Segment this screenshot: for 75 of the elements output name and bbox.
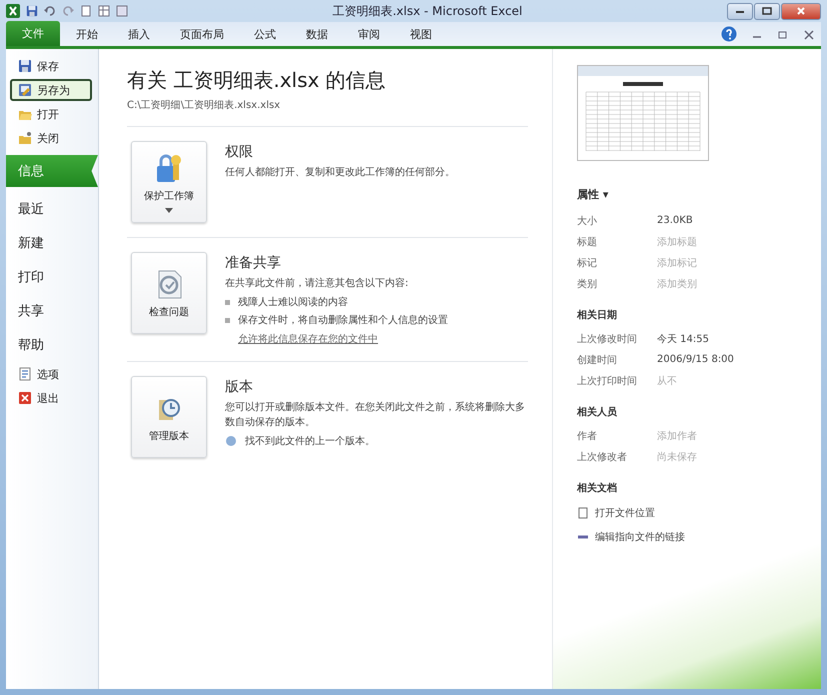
minimize-button[interactable] — [727, 2, 753, 20]
ribbon-tab[interactable]: 文件 — [6, 21, 60, 46]
ribbon-tab[interactable]: 视图 — [396, 23, 446, 46]
group-title: 相关人员 — [577, 406, 618, 419]
help-icon[interactable] — [721, 26, 737, 42]
document-icon — [18, 367, 32, 381]
exit-icon — [18, 391, 32, 405]
bullet-text: 残障人士难以阅读的内容 — [238, 296, 348, 309]
menu-item[interactable]: 保存 — [10, 55, 92, 77]
close-icon — [796, 7, 806, 15]
section-button[interactable]: 管理版本 — [131, 376, 207, 458]
minimize-icon — [735, 8, 745, 14]
close-button[interactable] — [781, 2, 821, 20]
section-button[interactable]: 检查问题 — [131, 252, 207, 334]
section-description: 您可以打开或删除版本文件。在您关闭此文件之前，系统将删除大多数自动保存的版本。 — [225, 400, 526, 430]
link[interactable]: 允许将此信息保存在您的文件中 — [225, 331, 448, 347]
folder-icon — [18, 131, 32, 145]
menu-tab[interactable]: 打印 — [6, 261, 98, 293]
group-title: 相关日期 — [577, 308, 618, 322]
property-label: 上次打印时间 — [577, 374, 638, 388]
maximize-icon — [762, 7, 772, 15]
menu-item[interactable]: 打开 — [10, 103, 92, 125]
property-label: 创建时间 — [577, 354, 618, 366]
menu-item[interactable]: 另存为 — [10, 79, 92, 101]
document-link[interactable]: 打开文件位置 — [577, 501, 655, 525]
bullet-text: 保存文件时，将自动删除属性和个人信息的设置 — [238, 314, 448, 327]
document-icon[interactable] — [80, 5, 92, 17]
bullet-icon — [225, 318, 230, 322]
version-note: 找不到此文件的上一个版本。 — [245, 434, 375, 448]
menu-tab[interactable]: 最近 — [6, 193, 98, 225]
ribbon-tab[interactable]: 数据 — [292, 23, 342, 46]
property-label: 标题 — [577, 236, 598, 248]
undo-icon[interactable] — [44, 5, 56, 17]
property-label: 作者 — [577, 430, 598, 442]
table-icon[interactable] — [98, 5, 110, 17]
property-value: 今天 14:55 — [657, 332, 709, 346]
section-title: 权限 — [225, 143, 254, 161]
property-label: 标记 — [577, 256, 598, 270]
menu-tab[interactable]: 帮助 — [6, 329, 98, 361]
menu-item[interactable]: 选项 — [10, 363, 92, 385]
ribbon-tab[interactable]: 公式 — [240, 23, 290, 46]
ribbon-tab[interactable]: 审阅 — [344, 23, 394, 46]
close-icon[interactable] — [803, 29, 815, 41]
property-label: 类别 — [577, 278, 598, 290]
file-path: C:\工资明细\工资明细表.xlsx.xlsx — [127, 98, 282, 112]
caret-icon — [165, 208, 173, 212]
ribbon-tab[interactable]: 页面布局 — [166, 23, 238, 46]
ribbon-tab[interactable]: 开始 — [62, 23, 112, 46]
section-description: 在共享此文件前，请注意其包含以下内容: — [225, 276, 410, 291]
section-title: 准备共享 — [225, 254, 282, 272]
section-title: 版本 — [225, 378, 254, 396]
section-button[interactable]: 保护工作簿 — [131, 141, 207, 223]
save-icon[interactable] — [26, 5, 38, 17]
bullet-icon — [225, 300, 230, 304]
menu-tab[interactable]: 新建 — [6, 227, 98, 259]
document-icon — [577, 507, 589, 519]
property-value: 2006/9/15 8:00 — [657, 354, 734, 365]
property-value: 23.0KB — [657, 215, 693, 226]
property-label: 大小 — [577, 214, 598, 228]
ribbon-tab[interactable]: 插入 — [114, 23, 164, 46]
document-link[interactable]: 编辑指向文件的链接 — [577, 525, 685, 549]
section-description: 任何人都能打开、复制和更改此工作簿的任何部分。 — [225, 166, 455, 180]
menu-tab[interactable]: 共享 — [6, 295, 98, 327]
properties-heading[interactable]: 属性 ▾ — [577, 187, 811, 202]
window-title: 工资明细表.xlsx - Microsoft Excel — [332, 2, 524, 20]
property-label: 上次修改时间 — [577, 332, 638, 346]
info-heading: 有关 工资明细表.xlsx 的信息 — [127, 67, 387, 94]
restore-icon[interactable] — [777, 29, 789, 41]
menu-item[interactable]: 关闭 — [10, 127, 92, 149]
app-icon — [6, 4, 20, 18]
property-label: 上次修改者 — [577, 450, 628, 464]
menu-tab[interactable]: 信息 — [6, 155, 98, 187]
maximize-button[interactable] — [754, 2, 780, 20]
group-title: 相关文档 — [577, 482, 618, 495]
menu-item[interactable]: 退出 — [10, 387, 92, 409]
